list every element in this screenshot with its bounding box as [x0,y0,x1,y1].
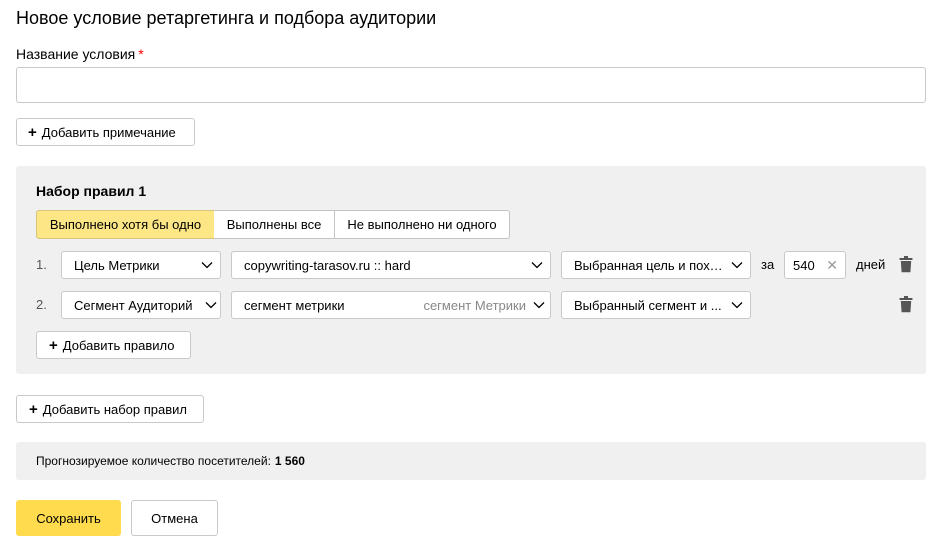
rule-type-select[interactable]: Сегмент Аудиторий [61,291,221,319]
period-suffix: дней [856,257,886,272]
cancel-button[interactable]: Отмена [131,500,218,536]
rule-type-select[interactable]: Цель Метрики [61,251,221,279]
required-mark: * [138,46,144,62]
forecast-value: 1 560 [274,454,305,468]
trash-icon[interactable] [899,296,913,318]
rule-target-value: сегмент метрики [244,297,345,313]
plus-icon: + [28,123,37,141]
mode-any-button[interactable]: Выполнено хотя бы одно [36,210,215,239]
condition-name-label-text: Название условия [16,46,136,62]
rule-number: 2. [36,297,47,312]
chevron-down-icon [724,252,750,278]
condition-name-label: Название условия * [16,45,144,63]
rule-condition-select[interactable]: Выбранный сегмент и ... [561,291,751,319]
period-days-value: 540 [793,257,815,273]
rule-type-value: Сегмент Аудиторий [74,297,193,313]
chevron-down-icon [202,292,220,318]
clear-icon[interactable]: ✕ [826,257,838,274]
mode-all-button[interactable]: Выполнены все [214,210,335,239]
add-rule-button[interactable]: + Добавить правило [36,331,191,359]
ruleset-title: Набор правил 1 [36,183,147,199]
rule-target-value: copywriting-tarasov.ru :: hard [244,257,411,273]
add-ruleset-label: Добавить набор правил [42,401,188,417]
chevron-down-icon [724,292,750,318]
add-note-button[interactable]: + Добавить примечание [16,118,195,146]
save-button[interactable]: Сохранить [16,500,121,536]
add-note-label: Добавить примечание [41,124,176,140]
rule-number: 1. [36,257,47,272]
trash-icon[interactable] [899,256,913,278]
page-title: Новое условие ретаргетинга и подбора ауд… [16,8,437,28]
rule-condition-value: Выбранная цель и похо... [574,257,724,273]
rule-type-value: Цель Метрики [74,257,160,273]
rule-target-hint: сегмент Метрики [423,297,526,313]
forecast-label: Прогнозируемое количество посетителей: [36,454,271,468]
chevron-down-icon [528,292,550,318]
rule-condition-select[interactable]: Выбранная цель и похо... [561,251,751,279]
chevron-down-icon [524,252,550,278]
plus-icon: + [49,336,58,354]
add-rule-label: Добавить правило [62,337,175,353]
chevron-down-icon [194,252,220,278]
forecast-bar: Прогнозируемое количество посетителей: 1… [16,442,926,480]
rule-target-select[interactable]: copywriting-tarasov.ru :: hard [231,251,551,279]
period-days-input[interactable]: 540 ✕ [784,251,846,279]
plus-icon: + [29,400,38,418]
mode-none-button[interactable]: Не выполнено ни одного [334,210,510,239]
add-ruleset-button[interactable]: + Добавить набор правил [16,395,204,423]
period-prefix: за [761,257,775,272]
condition-name-input[interactable] [16,67,926,103]
rule-condition-value: Выбранный сегмент и ... [574,297,722,313]
rule-target-select[interactable]: сегмент метрики сегмент Метрики [231,291,551,319]
